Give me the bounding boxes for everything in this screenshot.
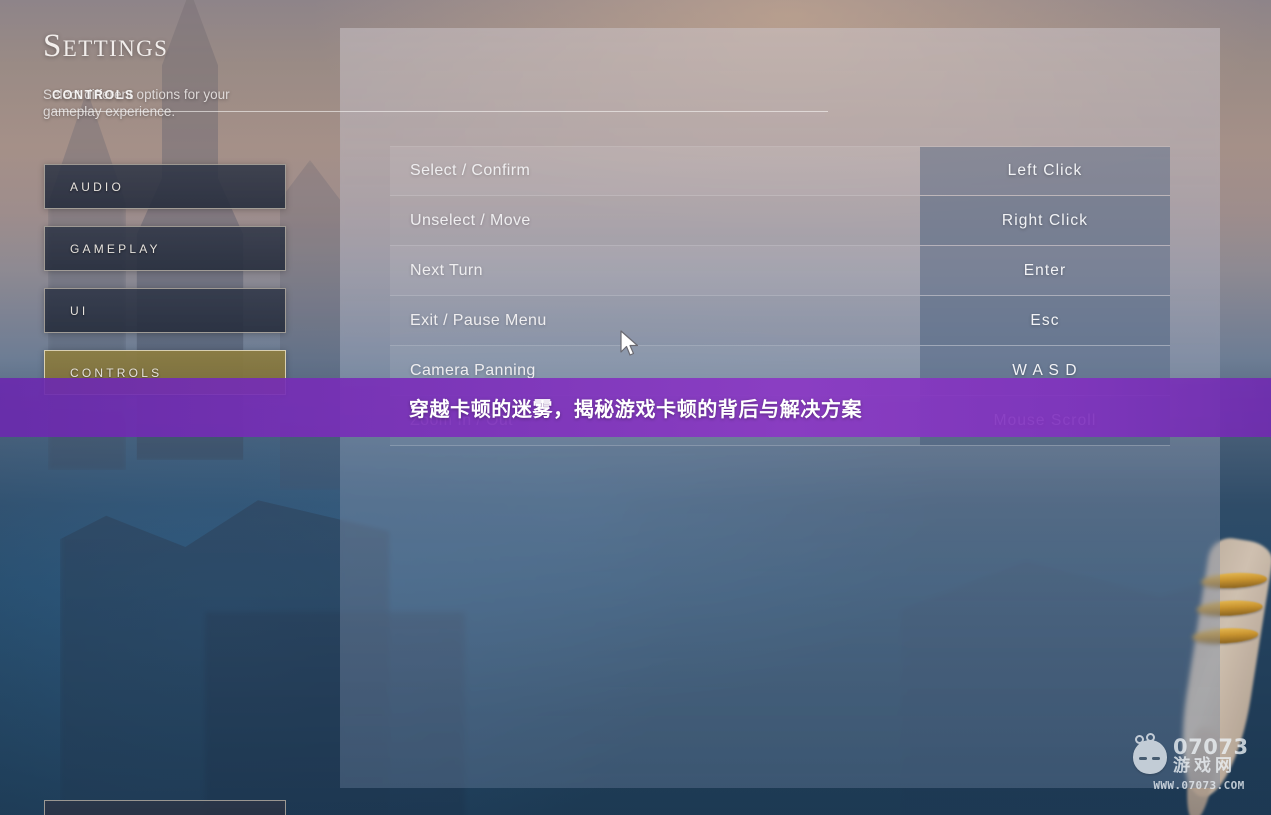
table-row[interactable]: Exit / Pause Menu Esc: [390, 296, 1170, 346]
control-key-binding[interactable]: Right Click: [920, 196, 1170, 245]
mascot-ear-icon: [1135, 734, 1144, 744]
sidebar-item-partial-bottom[interactable]: [44, 800, 286, 815]
control-key-binding[interactable]: Enter: [920, 246, 1170, 295]
sidebar-item-audio[interactable]: AUDIO: [44, 164, 286, 209]
sidebar-item-gameplay[interactable]: GAMEPLAY: [44, 226, 286, 271]
mascot-eye-icon: [1139, 756, 1147, 760]
table-row[interactable]: Select / Confirm Left Click: [390, 146, 1170, 196]
mascot-ear-icon: [1146, 732, 1155, 742]
table-row[interactable]: Next Turn Enter: [390, 246, 1170, 296]
watermark-logo-row: 07073 游戏网: [1133, 732, 1265, 776]
watermark-chinese: 游戏网: [1173, 756, 1236, 776]
table-row[interactable]: Unselect / Move Right Click: [390, 196, 1170, 246]
watermark-number: 07073: [1173, 735, 1249, 759]
page-title: Settings: [43, 28, 169, 64]
control-action-label: Unselect / Move: [390, 196, 920, 245]
ad-banner[interactable]: 穿越卡顿的迷雾，揭秘游戏卡顿的背后与解决方案: [0, 378, 1271, 437]
site-watermark: 07073 游戏网 WWW.07073.COM: [1133, 732, 1265, 799]
sidebar-item-label: AUDIO: [70, 179, 125, 194]
ad-banner-text: 穿越卡顿的迷雾，揭秘游戏卡顿的背后与解决方案: [408, 397, 863, 421]
sidebar-item-label: GAMEPLAY: [70, 241, 161, 256]
controls-section-header: CONTROLS: [52, 88, 828, 112]
watermark-wordmark: 07073 游戏网: [1173, 737, 1249, 776]
sidebar-item-ui[interactable]: UI: [44, 288, 286, 333]
control-key-binding[interactable]: Esc: [920, 296, 1170, 345]
game-settings-screen: Settings Select different options for yo…: [0, 0, 1271, 815]
section-title: CONTROLS: [52, 88, 135, 102]
watermark-url: WWW.07073.COM: [1153, 779, 1245, 792]
sidebar-item-label: UI: [70, 303, 89, 318]
control-key-binding[interactable]: Left Click: [920, 147, 1170, 195]
control-action-label: Next Turn: [390, 246, 920, 295]
mascot-face-icon: [1133, 732, 1167, 774]
control-action-label: Exit / Pause Menu: [390, 296, 920, 345]
control-action-label: Select / Confirm: [390, 147, 920, 195]
settings-category-sidebar: AUDIO GAMEPLAY UI CONTROLS: [44, 164, 286, 412]
section-divider: [52, 111, 828, 112]
mascot-eye-icon: [1152, 756, 1160, 760]
mouse-cursor-icon: [620, 330, 642, 360]
